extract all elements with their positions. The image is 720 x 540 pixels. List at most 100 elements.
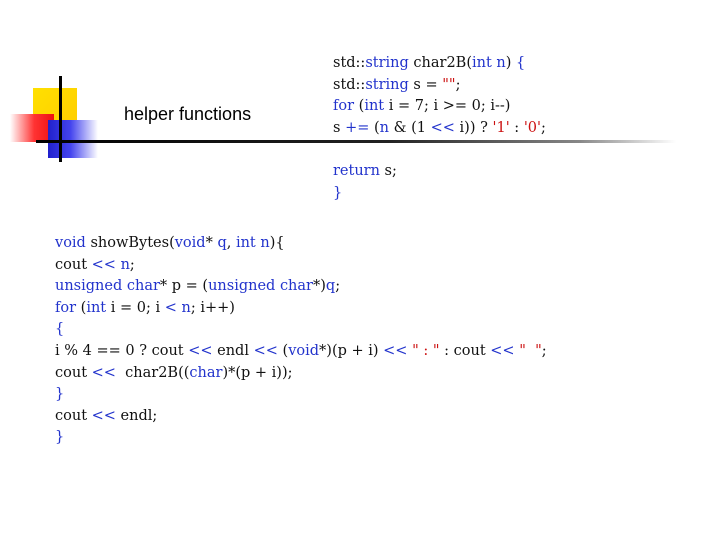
code-token: ( xyxy=(369,119,380,136)
code-token: , xyxy=(226,235,236,251)
code-token: void xyxy=(55,235,86,251)
code-token: & (1 xyxy=(389,119,431,136)
code-token: cout xyxy=(55,364,92,381)
code-token: string xyxy=(365,55,409,71)
code-token: i = 7; i >= 0; i--) xyxy=(384,98,511,115)
code-token: return xyxy=(333,162,380,179)
code-token: << xyxy=(490,342,515,359)
code-token: std:: xyxy=(333,76,366,93)
code-token: for xyxy=(55,299,77,316)
code-block-char2b: std::string char2B(int n) {std::string s… xyxy=(333,53,546,204)
code-token: char2B( xyxy=(408,55,472,71)
code-token: i % 4 == 0 ? cout xyxy=(55,342,189,359)
code-token: } xyxy=(55,386,65,403)
code-token: ; i++) xyxy=(190,299,235,316)
code-token: showBytes( xyxy=(85,235,175,251)
code-token: n xyxy=(491,55,506,71)
code-token: unsigned xyxy=(55,278,123,295)
code-token: i = 0; i xyxy=(106,299,165,316)
code-token: unsigned xyxy=(208,278,276,295)
code-token: i)) ? xyxy=(454,119,493,136)
code-token: char2B(( xyxy=(115,364,190,381)
code-line: { xyxy=(55,319,547,341)
code-token: void xyxy=(174,235,206,251)
code-line: std::string s = ""; xyxy=(333,75,546,97)
code-line: } xyxy=(333,183,546,205)
code-line: i % 4 == 0 ? cout << endl << (void*)(p +… xyxy=(55,341,547,363)
code-line xyxy=(333,139,546,161)
code-token: } xyxy=(55,429,65,446)
code-token: ( xyxy=(354,98,365,115)
code-line: std::string char2B(int n) { xyxy=(333,53,546,75)
code-block-showbytes: void showBytes(void* q, int n){cout << n… xyxy=(55,233,547,449)
code-token: s = xyxy=(408,76,443,93)
blue-square-decoration xyxy=(48,120,98,158)
code-line: cout << endl; xyxy=(55,406,547,428)
code-token: ; xyxy=(335,278,341,295)
code-token: "" xyxy=(442,76,456,93)
code-line: cout << n; xyxy=(55,255,547,277)
code-token: < xyxy=(164,299,177,316)
code-token: endl; xyxy=(115,407,158,424)
code-token: cout xyxy=(55,256,92,273)
code-token: n xyxy=(181,299,191,316)
code-token: endl xyxy=(212,342,254,359)
code-token: *) xyxy=(312,278,326,295)
code-token: << xyxy=(91,364,116,381)
code-token: ; xyxy=(541,342,547,359)
code-token: ; xyxy=(455,76,461,93)
code-token: << xyxy=(91,407,116,424)
slide-title: helper functions xyxy=(124,104,252,124)
code-token: int xyxy=(471,55,492,71)
code-token: void xyxy=(288,342,320,359)
code-token: string xyxy=(365,76,409,93)
code-token: : cout xyxy=(439,342,491,359)
title-decoration xyxy=(0,0,110,170)
code-token: ; xyxy=(129,256,135,273)
code-token: { xyxy=(511,55,526,71)
code-token: int xyxy=(364,98,385,115)
code-token: ; xyxy=(541,119,546,136)
code-token: " : " xyxy=(412,342,440,359)
code-line: for (int i = 0; i < n; i++) xyxy=(55,298,547,320)
code-token: n xyxy=(379,119,389,136)
code-token: char xyxy=(279,278,313,295)
code-line: void showBytes(void* q, int n){ xyxy=(55,233,547,255)
code-token: << xyxy=(430,119,455,136)
code-token: ){ xyxy=(269,235,285,251)
code-token: * p = ( xyxy=(159,278,209,295)
code-token: } xyxy=(333,184,343,201)
code-token: '0' xyxy=(523,119,542,136)
code-line: unsigned char* p = (unsigned char*)q; xyxy=(55,276,547,298)
code-token: : xyxy=(509,119,524,136)
code-token: += xyxy=(345,119,370,136)
code-line: return s; xyxy=(333,161,546,183)
code-token: int xyxy=(86,299,107,316)
code-token: << xyxy=(383,342,408,359)
code-token: s; xyxy=(379,162,397,179)
code-token: )*(p + i)); xyxy=(222,364,293,381)
code-token: cout xyxy=(55,407,92,424)
vertical-rule-decoration xyxy=(59,76,62,162)
code-token: '1' xyxy=(492,119,510,136)
code-token: s xyxy=(333,119,346,136)
code-token: char xyxy=(189,364,223,381)
code-line: } xyxy=(55,384,547,406)
code-token: std:: xyxy=(333,55,366,71)
code-token: ( xyxy=(76,299,87,316)
code-line: cout << char2B((char)*(p + i)); xyxy=(55,363,547,385)
code-token: ( xyxy=(277,342,289,359)
code-token: << xyxy=(91,256,116,273)
code-token: " " xyxy=(519,342,542,359)
code-token: n xyxy=(120,256,130,273)
code-token: n xyxy=(260,235,270,251)
code-token: int xyxy=(235,235,256,251)
code-token: q xyxy=(217,235,227,251)
code-token: char xyxy=(126,278,160,295)
code-line: } xyxy=(55,427,547,449)
code-token: *)(p + i) xyxy=(319,342,384,359)
code-token: q xyxy=(325,278,336,295)
code-token: for xyxy=(333,98,355,115)
code-token: * xyxy=(205,235,218,251)
